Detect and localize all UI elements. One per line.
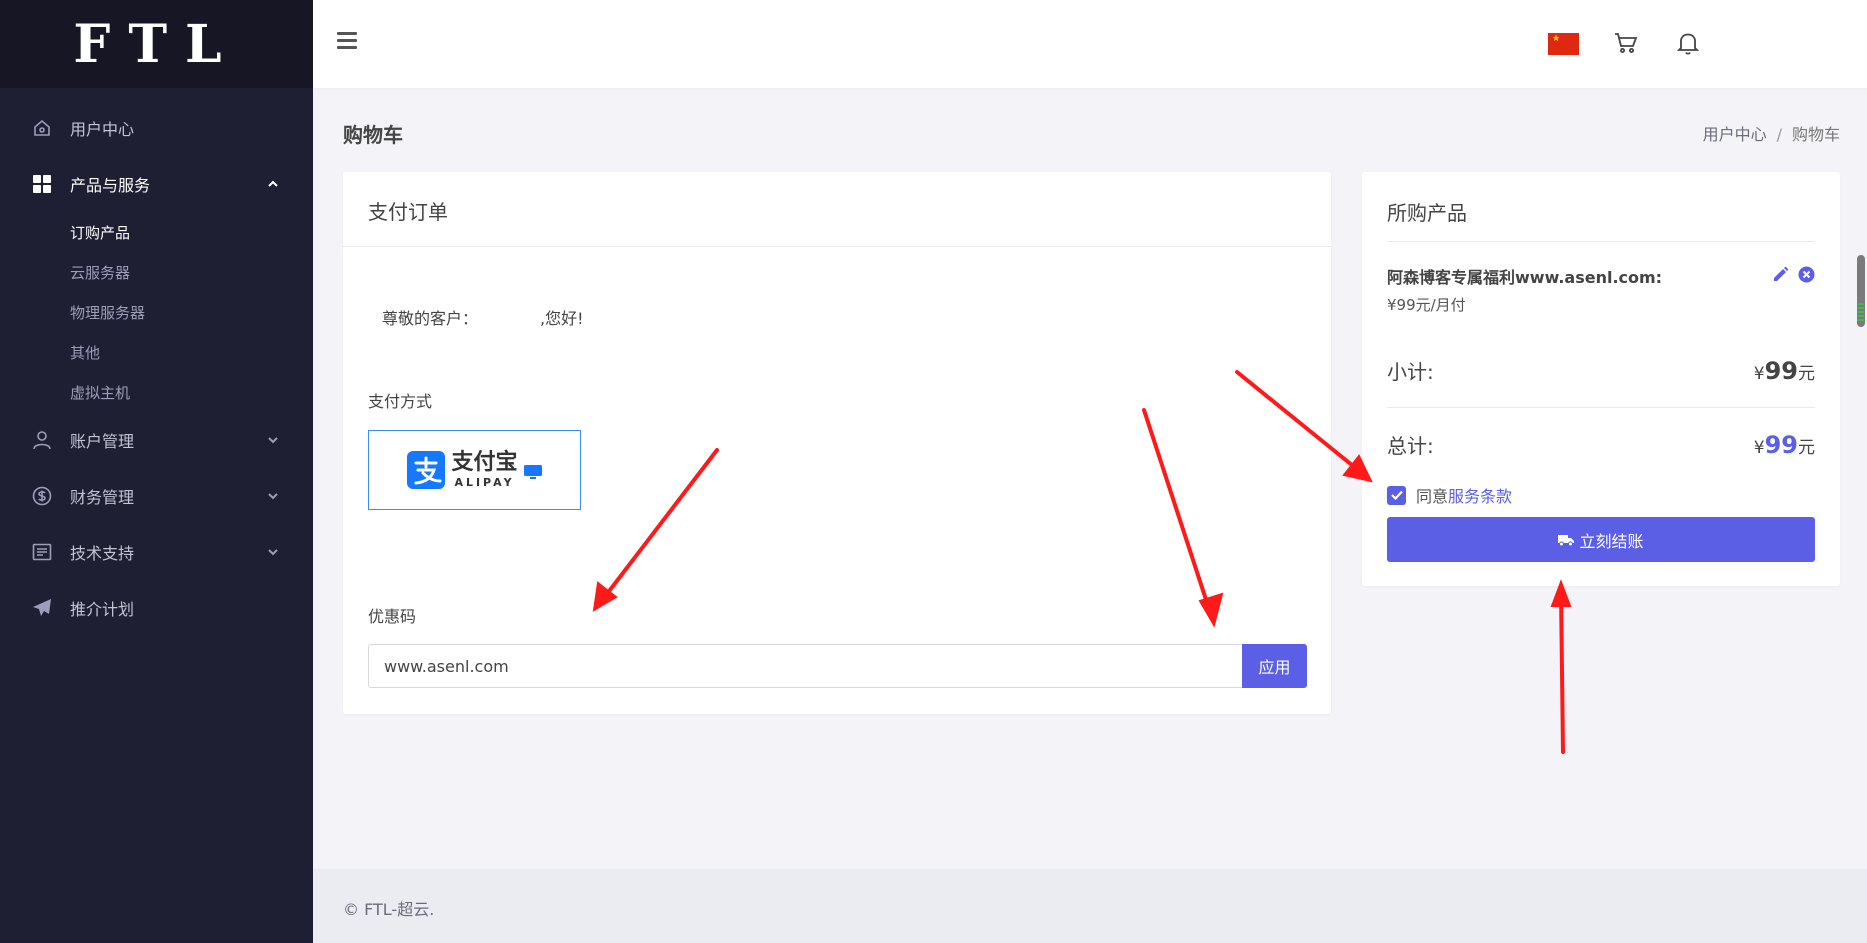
coupon-input[interactable] — [368, 644, 1242, 688]
breadcrumb: 用户中心 / 购物车 — [1703, 121, 1840, 145]
menu-icon[interactable] — [337, 32, 357, 50]
sidebar-item-products[interactable]: 产品与服务 — [0, 156, 313, 212]
sidebar-subitem-cloud-server[interactable]: 云服务器 — [70, 252, 313, 292]
chevron-down-icon — [268, 493, 278, 500]
sidebar: FTL 用户中心 产品与服务 订购产品 云服务器 物理服务器 其他 虚拟主机 账… — [0, 0, 313, 943]
chevron-up-icon — [268, 180, 278, 187]
subtotal-row: 小计: ¥99元 — [1387, 356, 1815, 385]
sidebar-item-label: 财务管理 — [70, 488, 135, 507]
product-name: 阿森博客专属福利www.asenl.com: — [1387, 268, 1663, 287]
china-flag-icon[interactable]: ★ — [1548, 33, 1579, 55]
order-summary-card: 所购产品 阿森博客专属福利www.asenl.com: ¥99元/月付 小计: … — [1362, 172, 1840, 586]
sidebar-item-finance[interactable]: 财务管理 — [0, 468, 313, 524]
paper-plane-icon — [32, 598, 52, 618]
greeting-prefix: 尊敬的客户： — [382, 309, 479, 328]
chevron-down-icon — [268, 549, 278, 556]
home-icon — [32, 118, 52, 138]
summary-divider — [1387, 407, 1815, 408]
bell-icon[interactable] — [1675, 30, 1701, 56]
sidebar-item-account[interactable]: 账户管理 — [0, 412, 313, 468]
footer: © FTL-超云. — [313, 869, 1867, 943]
checkout-button[interactable]: 立刻结账 — [1387, 517, 1815, 562]
user-icon — [32, 430, 52, 450]
subtotal-label: 小计: — [1387, 360, 1434, 384]
payment-order-title: 支付订单 — [343, 172, 1331, 247]
logo-text: FTL — [73, 13, 240, 75]
dollar-icon — [32, 486, 52, 506]
product-actions — [1772, 266, 1815, 283]
apply-coupon-button[interactable]: 应用 — [1242, 644, 1307, 688]
breadcrumb-current: 购物车 — [1791, 125, 1840, 144]
grid-icon — [32, 174, 52, 194]
sidebar-subitem-virtual-host[interactable]: 虚拟主机 — [70, 372, 313, 412]
top-header: ★ — [313, 0, 1867, 88]
alipay-logo-icon — [407, 451, 446, 489]
product-price: ¥99元/月付 — [1387, 296, 1466, 314]
alipay-brand-cn: 支付宝 — [451, 450, 518, 475]
payment-method-label: 支付方式 — [368, 392, 433, 411]
check-icon — [1390, 490, 1403, 500]
subtotal-value: ¥99元 — [1753, 356, 1815, 385]
alipay-brand-en: ALIPAY — [454, 476, 515, 489]
sidebar-item-label: 账户管理 — [70, 432, 135, 451]
total-row: 总计: ¥99元 — [1387, 430, 1815, 459]
sidebar-item-label: 技术支持 — [70, 544, 135, 563]
sidebar-item-support[interactable]: 技术支持 — [0, 524, 313, 580]
coupon-label: 优惠码 — [368, 607, 417, 626]
scrollbar-thumb[interactable] — [1857, 255, 1865, 327]
sidebar-subitem-order-products[interactable]: 订购产品 — [70, 212, 313, 252]
truck-icon — [1558, 534, 1575, 546]
document-icon — [32, 542, 52, 562]
page-title: 购物车 — [343, 123, 403, 147]
sidebar-item-user-center[interactable]: 用户中心 — [0, 100, 313, 156]
summary-title: 所购产品 — [1387, 172, 1815, 242]
alipay-option[interactable]: 支付宝 ALIPAY — [368, 430, 581, 510]
products-submenu: 订购产品 云服务器 物理服务器 其他 虚拟主机 — [0, 212, 313, 412]
sidebar-item-label: 用户中心 — [70, 120, 135, 139]
checkout-label: 立刻结账 — [1579, 531, 1644, 551]
cart-product-item: 阿森博客专属福利www.asenl.com: ¥99元/月付 — [1387, 264, 1815, 315]
agree-terms-checkbox[interactable] — [1387, 485, 1406, 505]
payment-order-card: 支付订单 尊敬的客户： ,您好! 支付方式 支付宝 ALIPAY 优惠码 应用 — [343, 172, 1331, 714]
remove-icon[interactable] — [1798, 266, 1815, 283]
terms-of-service-link[interactable]: 服务条款 — [1448, 483, 1512, 507]
annotation-arrow-line — [1559, 590, 1565, 754]
sidebar-item-label: 产品与服务 — [70, 176, 151, 195]
coupon-group: 应用 — [368, 644, 1307, 688]
sidebar-item-referral[interactable]: 推介计划 — [0, 580, 313, 636]
breadcrumb-home-link[interactable]: 用户中心 — [1703, 125, 1767, 144]
agree-prefix: 同意 — [1416, 487, 1449, 506]
logo[interactable]: FTL — [0, 0, 313, 88]
terms-agreement: 同意 服务条款 — [1387, 483, 1512, 507]
desktop-icon — [523, 465, 542, 479]
cart-icon[interactable] — [1613, 30, 1639, 56]
greeting-suffix: ,您好! — [540, 309, 584, 328]
sidebar-subitem-other[interactable]: 其他 — [70, 332, 313, 372]
total-label: 总计: — [1387, 434, 1434, 458]
total-value: ¥99元 — [1753, 430, 1815, 459]
footer-copyright: © FTL-超云. — [343, 900, 435, 919]
sidebar-nav: 用户中心 产品与服务 订购产品 云服务器 物理服务器 其他 虚拟主机 账户管理 — [0, 88, 313, 636]
breadcrumb-separator: / — [1776, 125, 1782, 144]
sidebar-item-label: 推介计划 — [70, 600, 135, 619]
edit-icon[interactable] — [1772, 266, 1789, 283]
chevron-down-icon — [268, 437, 278, 444]
sidebar-subitem-physical-server[interactable]: 物理服务器 — [70, 292, 313, 332]
customer-greeting: 尊敬的客户： ,您好! — [382, 305, 584, 329]
